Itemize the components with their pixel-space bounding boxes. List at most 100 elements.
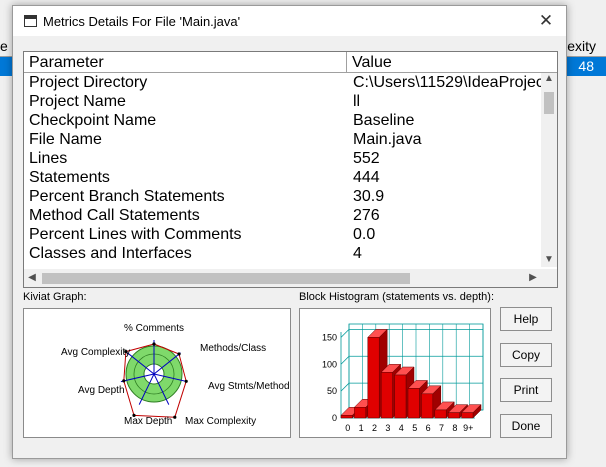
histogram-bar [407,388,420,419]
table-row[interactable]: Statements 444 [24,168,541,187]
parameter-cell: Percent Lines with Comments [29,226,242,243]
kiviat-graph: % Comments Methods/Class Avg Stmts/Metho… [61,323,290,427]
parameter-cell: Classes and Interfaces [29,245,192,262]
parameter-cell: Lines [29,150,68,167]
histogram-x-tick-label: 7 [439,423,444,433]
histogram-grid-diagonal [340,382,350,392]
vertical-scroll-thumb[interactable] [544,92,554,114]
histogram-bar [380,372,393,419]
histogram-x-tick-label: 3 [385,423,390,433]
background-header-left: e [0,38,8,54]
value-cell: ll [353,93,361,110]
kiviat-vertex-dot [177,352,181,356]
histogram-bar [340,415,353,419]
table-row[interactable]: Percent Lines with Comments 0.0 [24,225,541,244]
horizontal-scroll-thumb[interactable] [42,273,410,284]
value-cell: Baseline [353,112,415,129]
metrics-table[interactable]: Parameter Value Project Directory C:\User… [23,51,558,288]
metrics-details-dialog: Metrics Details For File 'Main.java' ✕ P… [12,5,567,459]
copy-button[interactable]: Copy [500,343,552,367]
kiviat-vertex-dot [122,379,126,383]
histogram-grid-diagonal [340,355,350,365]
scroll-corner [541,269,557,287]
kiviat-axis-label-max-depth: Max Depth [124,416,172,427]
block-histogram-chart: 0501001500 1 2 3 4 5 6 7 8 9+ [322,323,484,433]
histogram-bar [354,407,367,419]
histogram-panel: 0 50 100 150 0 1 2 3 4 5 6 7 8 9+ [299,308,491,438]
parameter-cell: Project Name [29,93,126,110]
histogram-bar [447,412,460,419]
value-cell: 0.0 [353,226,376,243]
background-header-complexity[interactable]: exity [567,38,596,54]
table-row[interactable]: Lines 552 [24,149,541,168]
histogram-x-tick-label: 5 [412,423,417,433]
histogram-x-tick-label: 4 [399,423,404,433]
window-icon [24,15,37,27]
column-header-parameter[interactable]: Parameter [24,52,347,72]
histogram-x-tick-label: 1 [359,423,364,433]
kiviat-axis-label-avg-stmts: Avg Stmts/Method [208,381,290,392]
parameter-cell: Percent Branch Statements [29,188,225,205]
parameter-cell: Statements [29,169,110,186]
help-button[interactable]: Help [500,307,552,331]
table-row[interactable]: File Name Main.java [24,130,541,149]
histogram-grid-diagonal [340,329,350,338]
value-cell: 552 [353,150,380,167]
table-header: Parameter Value [24,52,557,73]
parameter-cell: Method Call Statements [29,207,200,224]
parameter-cell: Checkpoint Name [29,112,157,129]
parameter-cell: File Name [29,131,102,148]
parameter-cell: Project Directory [29,74,148,91]
kiviat-vertex-dot [184,379,188,383]
column-header-value[interactable]: Value [347,52,557,72]
scroll-up-arrow-icon[interactable]: ▲ [541,73,557,84]
scroll-left-arrow-icon[interactable]: ◀ [24,272,40,283]
scroll-down-arrow-icon[interactable]: ▼ [541,254,557,265]
table-row[interactable]: Project Directory C:\Users\11529\IdeaProj… [24,73,541,92]
value-cell: Main.java [353,131,422,148]
print-button[interactable]: Print [500,378,552,402]
value-cell: 4 [353,245,362,262]
kiviat-axis-label-methods-class: Methods/Class [200,343,266,354]
table-row[interactable]: Checkpoint Name Baseline [24,111,541,130]
background-row-value: 48 [578,58,594,74]
histogram-bar [421,393,434,419]
table-row[interactable]: Project Name ll [24,92,541,111]
histogram-y-tick-label: 50 [327,386,337,396]
scroll-right-arrow-icon[interactable]: ▶ [525,272,541,283]
histogram-bar [461,412,474,419]
kiviat-graph-panel: % Comments Methods/Class Avg Stmts/Metho… [23,308,291,438]
kiviat-graph-label: Kiviat Graph: [23,291,87,303]
histogram-x-tick-label: 8 [452,423,457,433]
close-button[interactable]: ✕ [536,11,556,31]
title-bar[interactable]: Metrics Details For File 'Main.java' ✕ [13,6,566,36]
value-cell: 30.9 [353,188,385,205]
horizontal-scrollbar[interactable]: ◀ ▶ [24,269,541,287]
histogram-y-tick-label: 150 [322,332,337,342]
vertical-scrollbar[interactable]: ▲ ▼ [541,73,557,267]
table-row[interactable]: Percent Branch Statements 30.9 [24,187,541,206]
table-body: Project Directory C:\Users\11529\IdeaProj… [24,73,541,267]
table-row[interactable]: Classes and Interfaces 4 [24,244,541,263]
histogram-x-tick-label: 0 [345,423,350,433]
kiviat-vertex-dot [152,342,156,346]
kiviat-vertex-dot [173,415,177,419]
histogram-y-tick-label: 100 [322,359,337,369]
histogram-label: Block Histogram (statements vs. depth): [299,291,495,303]
value-cell: 276 [353,207,380,224]
histogram-bar [434,409,447,419]
dialog-title: Metrics Details For File 'Main.java' [43,14,241,29]
histogram-y-tick-label: 0 [332,413,337,423]
histogram-x-tick-label: 2 [372,423,377,433]
table-row[interactable]: Method Call Statements 276 [24,206,541,225]
histogram-bar [394,374,407,419]
value-cell: 444 [353,169,380,186]
histogram-bar [367,337,380,419]
kiviat-axis-label-avg-complexity: Avg Complexity [61,347,130,358]
kiviat-axis-label-max-complexity: Max Complexity [185,416,256,427]
kiviat-axis-label-avg-depth: Avg Depth [78,385,125,396]
done-button[interactable]: Done [500,414,552,438]
histogram-x-tick-label: 9+ [463,423,473,433]
value-cell: C:\Users\11529\IdeaProjec [353,74,541,91]
histogram-x-tick-label: 6 [426,423,431,433]
